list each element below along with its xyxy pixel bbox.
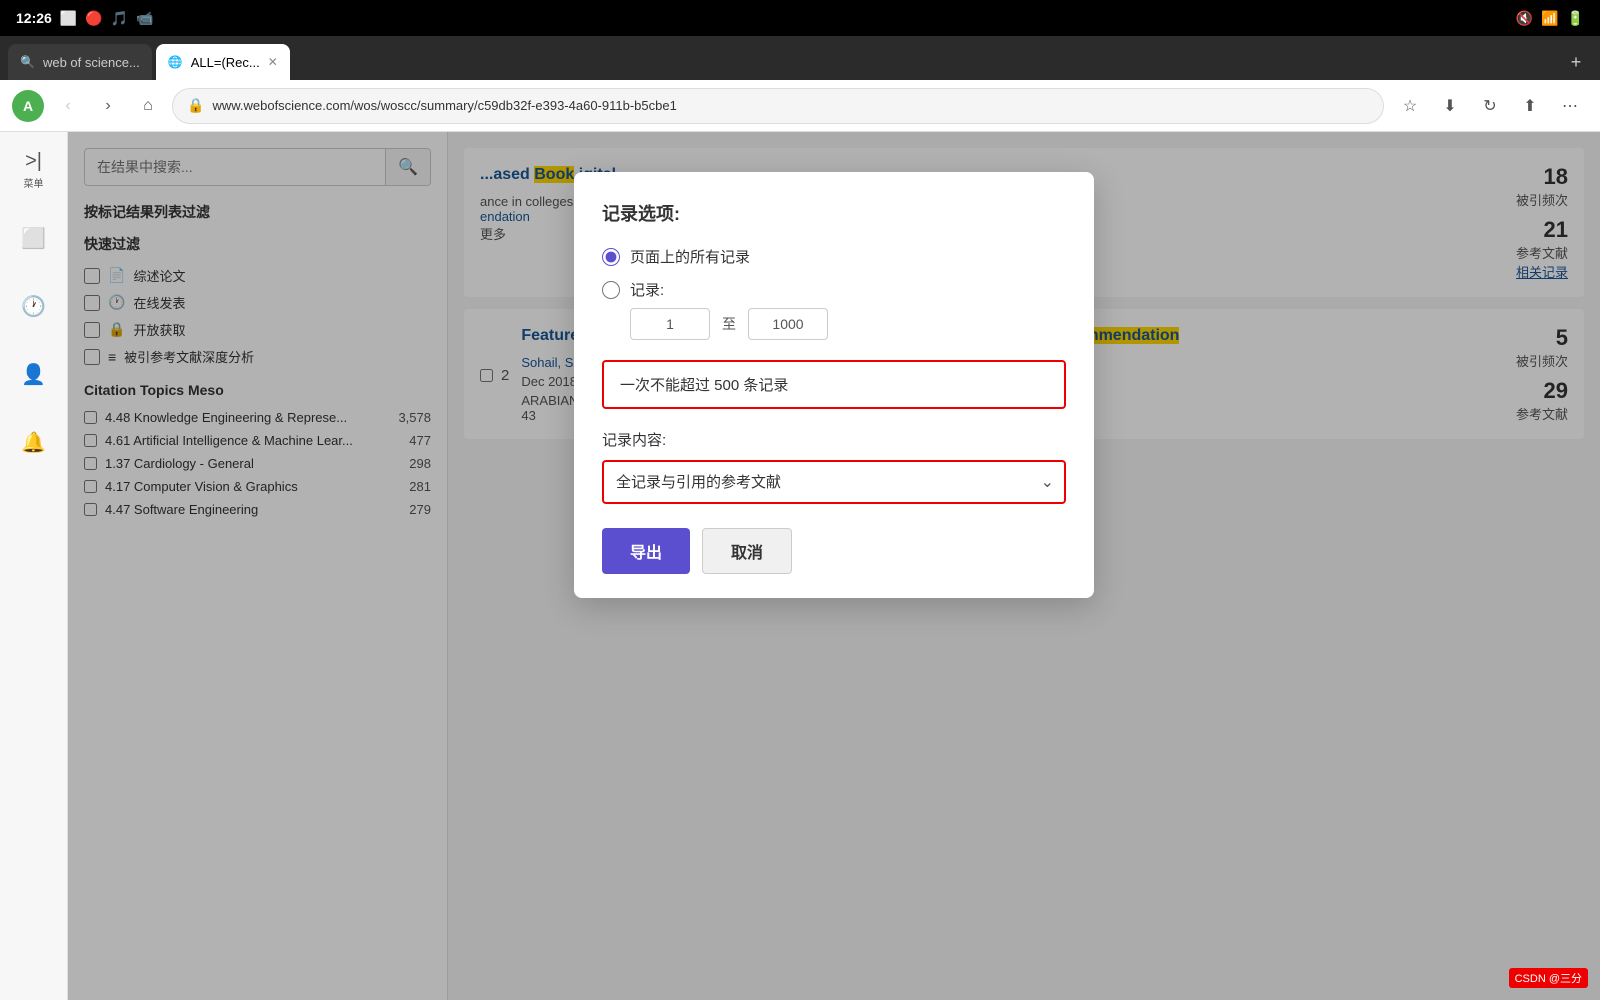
modal-buttons: 导出 取消 [602,528,1066,574]
menu-icon: ⬜ [60,10,77,27]
url-bar[interactable]: 🔒 www.webofscience.com/wos/woscc/summary… [172,88,1384,124]
address-bar: A ‹ › ⌂ 🔒 www.webofscience.com/wos/woscc… [0,80,1600,132]
radio-all-records-input[interactable] [602,248,620,266]
download-button[interactable]: ⬇ [1432,88,1468,124]
sidebar-item-user[interactable]: 👤 [8,348,60,400]
radio-all-records: 页面上的所有记录 [602,246,1066,267]
folder-icon: ⬜ [21,226,46,251]
radio-all-records-label: 页面上的所有记录 [630,246,750,267]
page-content: 🔍 按标记结果列表过滤 快速过滤 📄 综述论文 🕐 在线发表 🔒 开放获取 [68,132,1600,1000]
warning-text: 一次不能超过 500 条记录 [620,377,788,394]
tab-all-rec[interactable]: 🌐 ALL=(Rec... ✕ [156,44,290,80]
video-icon: 📹 [136,10,153,27]
refresh-button[interactable]: ↻ [1472,88,1508,124]
more-button[interactable]: ⋯ [1552,88,1588,124]
cancel-button[interactable]: 取消 [702,528,792,574]
range-to-input[interactable] [748,308,828,340]
user-icon: 👤 [21,362,46,387]
bell-icon: 🔔 [21,430,46,455]
warning-box: 一次不能超过 500 条记录 [602,360,1066,409]
time-display: 12:26 [16,10,52,26]
record-content-label: 记录内容: [602,429,1066,450]
status-bar-left: 12:26 ⬜ 🔴 🎵 📹 [16,10,154,27]
sidebar-item-notifications[interactable]: 🔔 [8,416,60,468]
radio-group: 页面上的所有记录 记录: 至 [602,246,1066,340]
back-button[interactable]: ‹ [52,90,84,122]
tab-web-of-science[interactable]: 🔍 web of science... [8,44,152,80]
range-from-input[interactable] [630,308,710,340]
toolbar-actions: ☆ ⬇ ↻ ⬆ ⋯ [1392,88,1588,124]
lock-icon: 🔒 [187,97,204,114]
radio-range-label: 记录: [630,279,664,300]
csdn-watermark: CSDN @三分 [1509,968,1588,988]
tab1-icon: 🔍 [20,55,35,69]
url-text: www.webofscience.com/wos/woscc/summary/c… [212,98,1369,113]
sidebar: >| 菜单 ⬜ 🕐 👤 🔔 [0,132,68,1000]
menu-label: 菜单 [24,175,44,190]
new-tab-button[interactable]: + [1560,44,1592,80]
expand-icon: >| [25,150,42,173]
modal-overlay[interactable]: 记录选项: 页面上的所有记录 记录: 至 [68,132,1600,1000]
tab1-label: web of science... [43,55,140,70]
radio-range-input[interactable] [602,281,620,299]
tab2-icon: 🌐 [168,55,183,69]
status-bar: 12:26 ⬜ 🔴 🎵 📹 🔇 📶 🔋 [0,0,1600,36]
content-select[interactable]: 全记录与引用的参考文献 全记录 作者、标题、来源 引用的参考文献 [602,460,1066,504]
sidebar-item-menu[interactable]: >| 菜单 [8,144,60,196]
export-modal: 记录选项: 页面上的所有记录 记录: 至 [574,172,1094,598]
history-icon: 🕐 [21,294,46,319]
status-bar-right: 🔇 📶 🔋 [1516,10,1584,27]
modal-title: 记录选项: [602,200,1066,226]
share-button[interactable]: ⬆ [1512,88,1548,124]
range-to-label: 至 [722,314,736,334]
tab-bar: 🔍 web of science... 🌐 ALL=(Rec... ✕ + [0,36,1600,80]
profile-avatar[interactable]: A [12,90,44,122]
notification-icon: 🔴 [85,10,102,27]
home-button[interactable]: ⌂ [132,90,164,122]
tab2-close-button[interactable]: ✕ [268,55,278,69]
wifi-icon: 📶 [1541,10,1558,27]
select-wrapper: 全记录与引用的参考文献 全记录 作者、标题、来源 引用的参考文献 ⌄ [602,460,1066,504]
battery-icon: 🔋 [1567,10,1584,27]
forward-button[interactable]: › [92,90,124,122]
sidebar-item-folder[interactable]: ⬜ [8,212,60,264]
record-range: 至 [630,308,1066,340]
mute-icon: 🔇 [1516,10,1533,27]
export-button[interactable]: 导出 [602,528,690,574]
bookmark-button[interactable]: ☆ [1392,88,1428,124]
music-icon: 🎵 [111,10,128,27]
radio-range: 记录: [602,279,1066,300]
tab2-label: ALL=(Rec... [191,55,260,70]
main-area: >| 菜单 ⬜ 🕐 👤 🔔 🔍 按标记结果列表过滤 快速过滤 [0,132,1600,1000]
sidebar-item-history[interactable]: 🕐 [8,280,60,332]
